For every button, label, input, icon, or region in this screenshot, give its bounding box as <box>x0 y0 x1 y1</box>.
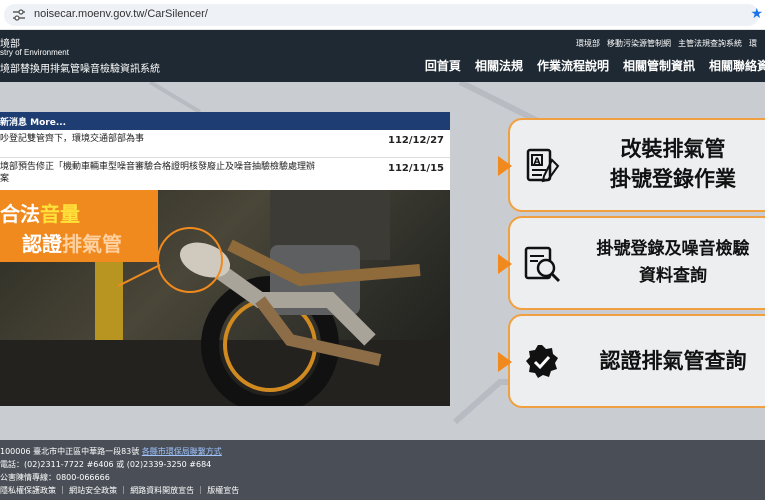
news-item[interactable]: 吵登記雙管齊下，環境交通部部為事 112/12/27 <box>0 130 450 158</box>
main-area: 新消息 More... 吵登記雙管齊下，環境交通部部為事 112/12/27 境… <box>0 82 765 440</box>
card-title-line1: 掛號登錄及噪音檢驗 <box>596 239 750 259</box>
top-links: 環境部 移動污染源管制網 主管法規查詢系統 環 <box>576 38 757 49</box>
news-panel: 新消息 More... 吵登記雙管齊下，環境交通部部為事 112/12/27 境… <box>0 112 450 190</box>
verified-badge-icon <box>526 345 558 378</box>
footer-link-privacy[interactable]: 隱私權保護政策 <box>0 486 56 495</box>
url-text[interactable]: noisecar.moenv.gov.tw/CarSilencer/ <box>34 8 208 20</box>
card-title: 掛號登錄及噪音檢驗 資料查詢 <box>570 236 765 290</box>
arrow-icon <box>498 254 512 274</box>
nav-regulations[interactable]: 相關法規 <box>475 57 523 74</box>
site-title[interactable]: 境部替換用排氣管噪音檢驗資訊系統 <box>0 60 160 75</box>
news-title-line1: 境部預告修正「機動車輛車型噪音審驗合格證明核發廢止及噪音抽驗檢驗處理辦 <box>0 162 316 172</box>
card-certified-exhaust-query[interactable]: 認證排氣管查詢 <box>498 314 765 408</box>
promo-banner: 合法音量 認證排氣管 <box>0 190 158 262</box>
card-title-line1: 改裝排氣管 <box>620 137 726 161</box>
footer-address: 100006 臺北市中正區中華路一段83號 <box>0 447 140 456</box>
footer-link-open-data[interactable]: 網路資料開放宣告 <box>130 486 194 495</box>
news-title: 吵登記雙管齊下，環境交通部部為事 <box>0 134 145 144</box>
footer-phone: 電話：(02)2311-7722 #6406 或 (02)2339-3250 #… <box>0 460 212 469</box>
footer-link-copyright[interactable]: 版權宣告 <box>207 486 239 495</box>
banner-highlight: 排氣管 <box>62 232 122 256</box>
arrow-icon <box>498 352 512 372</box>
banner-line2: 認證排氣管 <box>22 228 122 257</box>
banner-line1: 合法音量 <box>0 198 80 227</box>
site-footer: 100006 臺北市中正區中華路一段83號 各縣市環保局聯繫方式 電話：(02)… <box>0 440 765 500</box>
footer-link-security[interactable]: 網站安全政策 <box>69 486 117 495</box>
news-header[interactable]: 新消息 More... <box>0 112 450 130</box>
news-date: 112/12/27 <box>387 135 444 146</box>
news-item[interactable]: 境部預告修正「機動車輛車型噪音審驗合格證明核發廢止及噪音抽驗檢驗處理辦 案 11… <box>0 158 450 189</box>
site-settings-icon[interactable] <box>12 9 26 21</box>
site-header: 境部 stry of Environment 境部替換用排氣管噪音檢驗資訊系統 … <box>0 30 765 82</box>
bookmark-star-icon[interactable]: ★ <box>750 6 763 22</box>
card-title-line1: 認證排氣管查詢 <box>599 349 747 373</box>
banner-highlight: 音量 <box>40 202 80 226</box>
svg-text:A: A <box>534 157 541 167</box>
card-title: 改裝排氣管 掛號登錄作業 <box>570 134 765 194</box>
top-link[interactable]: 主管法規查詢系統 <box>678 38 742 49</box>
nav-control-info[interactable]: 相關管制資訊 <box>623 57 695 74</box>
top-link[interactable]: 移動污染源管制網 <box>607 38 671 49</box>
browser-url-bar: noisecar.moenv.gov.tw/CarSilencer/ ★ <box>0 0 765 30</box>
card-exhaust-registration[interactable]: A 改裝排氣管 掛號登錄作業 <box>498 118 765 212</box>
card-title-line2: 掛號登錄作業 <box>610 167 736 191</box>
news-title-line2: 案 <box>0 174 10 184</box>
top-link[interactable]: 環 <box>749 38 757 49</box>
footer-address-link[interactable]: 各縣市環保局聯繫方式 <box>142 447 222 456</box>
search-document-icon <box>524 246 561 283</box>
banner-text: 認證 <box>22 232 62 256</box>
footer-hotline: 公害陳情專線：0800-066666 <box>0 473 110 482</box>
top-link[interactable]: 環境部 <box>576 38 600 49</box>
news-title: 境部預告修正「機動車輛車型噪音審驗合格證明核發廢止及噪音抽驗檢驗處理辦 案 <box>0 161 360 185</box>
card-title-line2: 資料查詢 <box>639 266 707 286</box>
arrow-icon <box>498 156 512 176</box>
nav-home[interactable]: 回首頁 <box>425 57 461 74</box>
banner-text: 合法 <box>0 202 40 226</box>
footer-address-line: 100006 臺北市中正區中華路一段83號 各縣市環保局聯繫方式 <box>0 446 222 457</box>
logo-en: stry of Environment <box>0 48 69 57</box>
main-nav: 回首頁 相關法規 作業流程說明 相關管制資訊 相關聯絡資 <box>425 57 765 74</box>
nav-process[interactable]: 作業流程說明 <box>537 57 609 74</box>
footer-links: 隱私權保護政策 ｜ 網站安全政策 ｜ 網路資料開放宣告 ｜ 版權宣告 <box>0 486 240 495</box>
card-title: 認證排氣管查詢 <box>570 346 765 376</box>
news-date: 112/11/15 <box>387 163 444 174</box>
form-icon: A <box>526 148 560 183</box>
nav-contacts[interactable]: 相關聯絡資 <box>709 57 765 74</box>
card-registration-query[interactable]: 掛號登錄及噪音檢驗 資料查詢 <box>498 216 765 310</box>
